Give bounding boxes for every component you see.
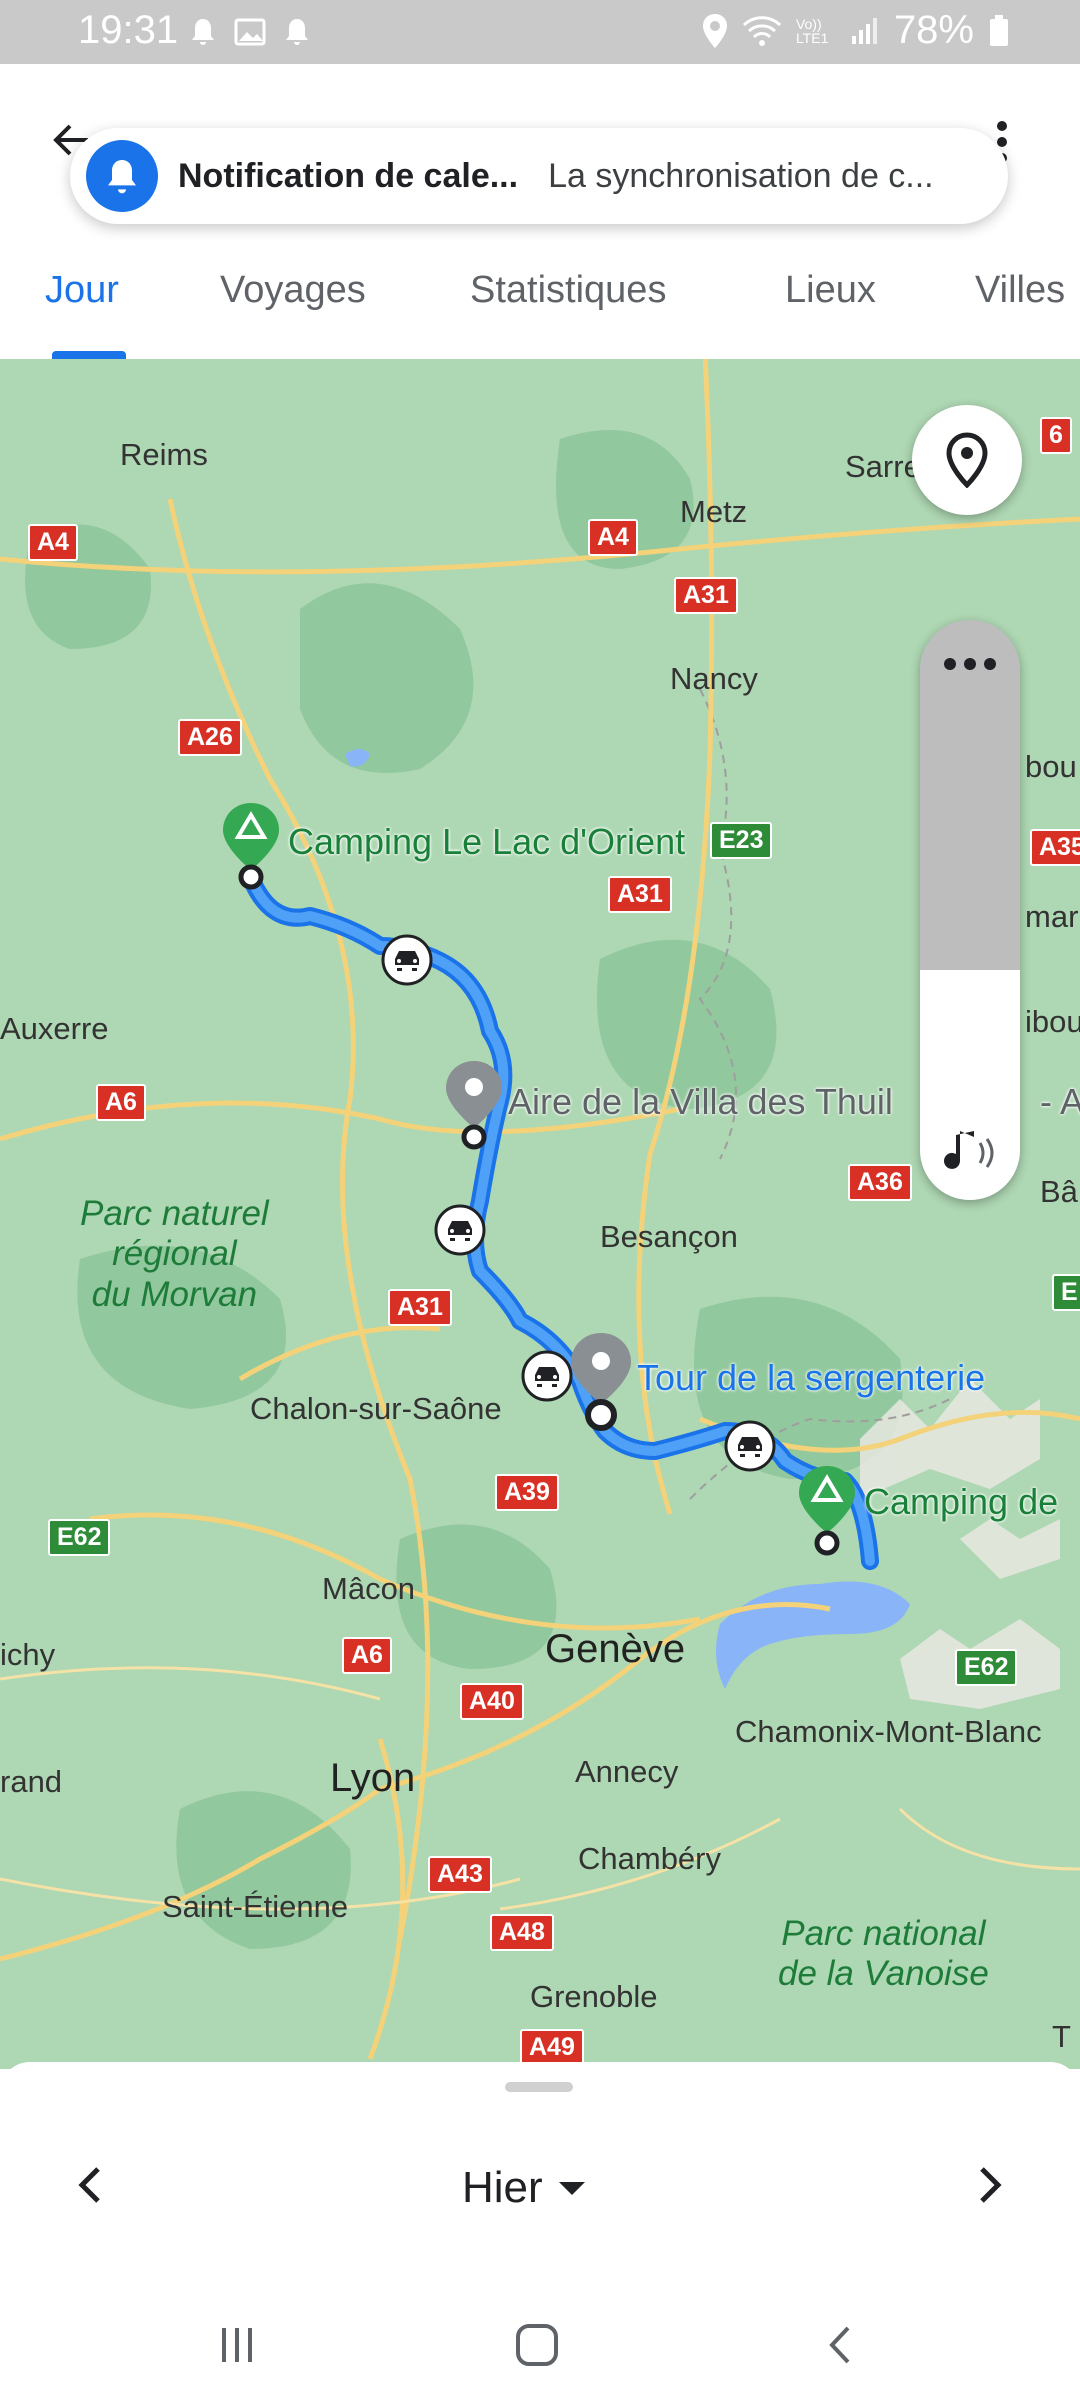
road-shield: E23 — [710, 822, 773, 859]
road-shield: A4 — [588, 519, 638, 556]
car-icon[interactable] — [433, 1203, 487, 1257]
chevron-right-icon[interactable] — [960, 2155, 1020, 2215]
music-note-icon[interactable] — [938, 1125, 1002, 1181]
road-shield: E62 — [955, 1649, 1018, 1686]
wifi-icon — [742, 15, 781, 46]
road-shield: A39 — [495, 1474, 559, 1511]
city-label: Mâcon — [322, 1571, 416, 1606]
city-label: Sarre — [845, 449, 921, 484]
day-selector[interactable]: Hier — [462, 2158, 587, 2218]
notification-bell-icon — [86, 140, 158, 212]
road-shield: A48 — [490, 1914, 554, 1951]
place-label-camping-orient[interactable]: Camping Le Lac d'Orient — [288, 821, 685, 863]
park-label: Parc national de la Vanoise — [778, 1914, 989, 1994]
tab-jour[interactable]: Jour — [45, 269, 119, 312]
stop-marker-icon[interactable] — [568, 1331, 634, 1431]
city-label: Chambéry — [578, 1841, 721, 1876]
calendar-notification-banner[interactable]: Notification de cale... La synchronisati… — [70, 128, 1008, 224]
road-shield: A35 — [1030, 829, 1080, 866]
bell-icon — [286, 19, 308, 45]
car-icon[interactable] — [520, 1349, 574, 1403]
chevron-left-icon[interactable] — [60, 2155, 120, 2215]
car-icon[interactable] — [380, 933, 434, 987]
more-horizontal-icon[interactable] — [942, 656, 998, 672]
road-shield: A4 — [28, 524, 78, 561]
city-label: Reims — [120, 437, 208, 472]
recent-apps-icon[interactable] — [212, 2320, 262, 2370]
city-label: Genève — [545, 1627, 686, 1671]
tab-voyages[interactable]: Voyages — [220, 269, 366, 312]
city-label: Metz — [680, 494, 748, 529]
road-shield: A26 — [178, 719, 242, 756]
signal-icon — [851, 17, 877, 44]
active-tab-indicator — [52, 351, 126, 359]
day-label: Hier — [462, 2163, 543, 2212]
status-notification-icons — [190, 14, 310, 50]
tab-villes[interactable]: Villes — [975, 269, 1065, 312]
status-bar: 19:31 Vo)) LTE1 78% — [0, 0, 1080, 64]
place-label-camping-right[interactable]: Camping de — [864, 1481, 1058, 1523]
road-shield: E62 — [48, 1519, 111, 1556]
back-icon[interactable] — [816, 2320, 866, 2370]
home-icon[interactable] — [512, 2320, 562, 2370]
city-label: Lyon — [330, 1756, 416, 1800]
my-location-button[interactable] — [912, 405, 1022, 515]
side-panel-track — [920, 620, 1020, 970]
city-label: mar — [1025, 899, 1079, 934]
battery-percentage: 78% — [893, 8, 974, 52]
road-shield: A49 — [520, 2029, 584, 2066]
city-label: Saint-Étienne — [162, 1889, 349, 1924]
dropdown-arrow-icon — [558, 2182, 585, 2195]
status-time: 19:31 — [78, 8, 179, 52]
timeline-map[interactable]: Reims Metz Nancy Auxerre Besançon Chalon… — [0, 359, 1080, 2069]
road-shield: A40 — [460, 1683, 524, 1720]
road-shield: A36 — [848, 1164, 912, 1201]
city-label: Chalon-sur-Saône — [250, 1391, 502, 1426]
tab-bar: Jour Voyages Statistiques Lieux Villes — [0, 255, 1080, 357]
city-label: Bâ — [1040, 1174, 1078, 1209]
city-label: Nancy — [670, 661, 758, 696]
city-label: ichy — [0, 1637, 56, 1672]
tab-lieux[interactable]: Lieux — [785, 269, 876, 312]
network-label: Vo)) LTE1 — [795, 15, 829, 46]
road-shield: A31 — [388, 1289, 452, 1326]
city-label: Auxerre — [0, 1011, 109, 1046]
battery-icon — [990, 14, 1008, 46]
park-label: Parc naturel régional du Morvan — [80, 1194, 269, 1314]
city-label: bou — [1025, 749, 1077, 784]
city-label: Grenoble — [530, 1979, 658, 2014]
city-label: T — [1052, 2019, 1071, 2054]
map-side-panel[interactable] — [920, 620, 1020, 1200]
road-shield: A43 — [428, 1856, 492, 1893]
place-label-aire-villa-suffix: - A3 — [1040, 1081, 1080, 1122]
tab-statistiques[interactable]: Statistiques — [470, 269, 666, 312]
location-icon — [702, 13, 727, 48]
bell-icon — [192, 19, 214, 45]
road-shield: A31 — [608, 876, 672, 913]
city-label: Chamonix-Mont-Blanc — [735, 1714, 1042, 1749]
system-navigation-bar — [0, 2300, 1080, 2408]
road-shield: A6 — [342, 1637, 392, 1674]
status-system-icons: Vo)) LTE1 78% — [702, 8, 1010, 53]
road-shield: E — [1052, 1274, 1080, 1311]
sheet-drag-handle[interactable] — [505, 2082, 573, 2092]
road-shield: A31 — [674, 577, 738, 614]
city-label: ibou — [1025, 1004, 1080, 1039]
city-label: Annecy — [575, 1754, 679, 1789]
camping-marker-icon[interactable] — [220, 801, 282, 891]
car-icon[interactable] — [723, 1419, 777, 1473]
road-shield: 6 — [1040, 417, 1072, 454]
notification-body: La synchronisation de c... — [548, 156, 934, 195]
place-label-aire-villa[interactable]: Aire de la Villa des Thuil — [508, 1081, 893, 1123]
city-label: rand — [0, 1764, 63, 1799]
road-shield: A6 — [96, 1084, 146, 1121]
notification-title: Notification de cale... — [178, 156, 519, 195]
place-label-tour-sergenterie[interactable]: Tour de la sergenterie — [637, 1357, 985, 1399]
location-pin-icon — [946, 432, 988, 488]
stop-marker-icon[interactable] — [443, 1059, 505, 1151]
camping-marker-icon[interactable] — [796, 1464, 858, 1556]
city-label: Besançon — [600, 1219, 738, 1254]
image-icon — [234, 18, 266, 46]
